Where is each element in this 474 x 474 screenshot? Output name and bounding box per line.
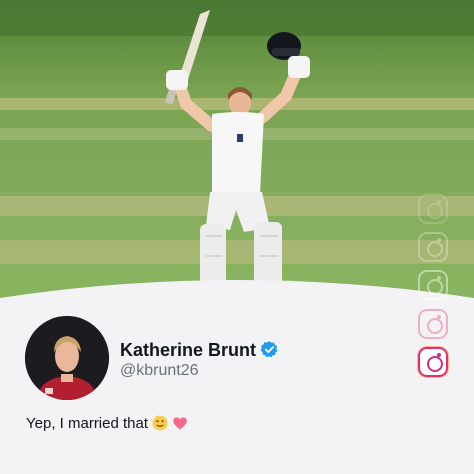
- instagram-icon[interactable]: [418, 347, 448, 377]
- avatar[interactable]: [25, 316, 109, 400]
- post-text: Yep, I married that: [26, 415, 149, 432]
- instagram-icon: [418, 194, 448, 224]
- profile-photo: [25, 316, 109, 400]
- cricket-celebration-image: [0, 0, 474, 310]
- post-photo[interactable]: [0, 0, 474, 310]
- post-text-row: Yep, I married that: [26, 415, 188, 432]
- instagram-icon: [418, 270, 448, 300]
- instagram-icon: [418, 232, 448, 262]
- author-name-row[interactable]: Katherine Brunt: [120, 340, 279, 361]
- winking-face-emoji-icon: [152, 415, 168, 431]
- author-handle[interactable]: @kbrunt26: [120, 362, 199, 380]
- verified-badge-icon: [260, 341, 278, 358]
- author-name: Katherine Brunt: [120, 340, 257, 360]
- pink-heart-emoji-icon: [173, 417, 187, 430]
- instagram-icon: [418, 309, 448, 339]
